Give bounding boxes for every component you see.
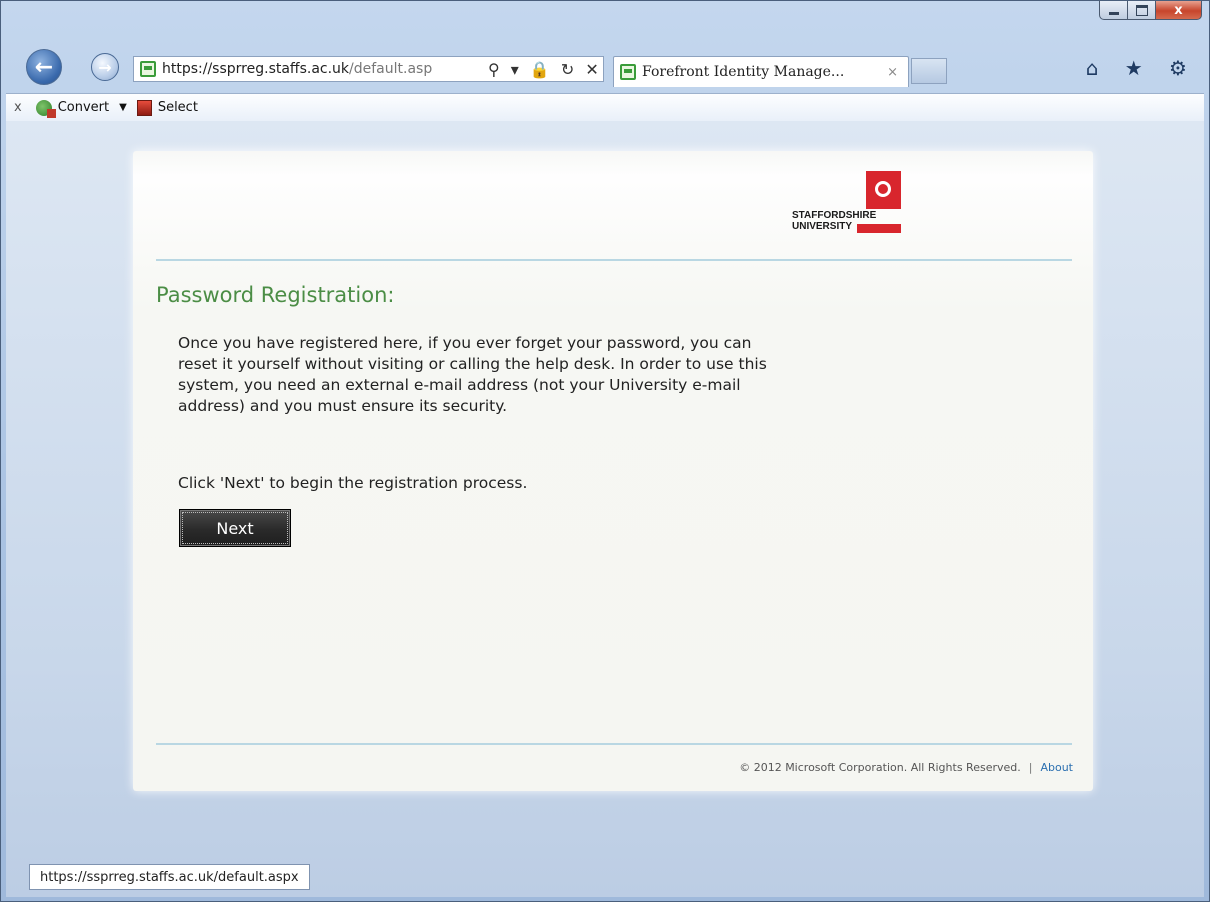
window-controls: x	[1099, 1, 1202, 20]
close-toolbar-icon[interactable]: x	[14, 100, 22, 115]
address-url-host: https://ssprreg.staffs.ac.uk	[162, 61, 350, 77]
intro-text: Once you have registered here, if you ev…	[178, 334, 767, 415]
instruction-text: Click 'Next' to begin the registration p…	[178, 474, 528, 492]
footer: © 2012 Microsoft Corporation. All Rights…	[739, 761, 1073, 774]
maximize-button[interactable]	[1128, 1, 1156, 20]
select-icon[interactable]	[136, 99, 152, 116]
close-icon: x	[1174, 2, 1183, 18]
close-window-button[interactable]: x	[1156, 1, 1202, 20]
arrow-right-icon: →	[98, 57, 112, 77]
footer-separator: |	[1028, 761, 1033, 774]
maximize-icon	[1135, 4, 1148, 16]
arrow-left-icon: ←	[34, 54, 54, 80]
chevron-down-icon[interactable]: ▼	[119, 102, 127, 113]
convert-button[interactable]: Convert	[58, 100, 109, 115]
address-bar[interactable]: https://ssprreg.staffs.ac.uk/default.asp…	[133, 56, 604, 82]
address-url-path: /default.asp	[349, 61, 433, 77]
stafford-knot-icon	[875, 181, 891, 197]
about-link[interactable]: About	[1040, 761, 1073, 774]
next-button[interactable]: Next	[179, 509, 291, 547]
title-bar: x ← → https://ssprreg.staffs.ac.uk/defau…	[1, 1, 1209, 93]
footer-divider	[156, 743, 1072, 745]
home-favorites-tools-icons[interactable]: ⌂ ★ ⚙	[1086, 56, 1197, 80]
header-divider	[156, 259, 1072, 261]
status-bar-url: https://ssprreg.staffs.ac.uk/default.asp…	[29, 864, 310, 890]
convert-icon[interactable]	[35, 99, 56, 118]
command-bar: x Convert ▼ Select	[6, 93, 1204, 122]
tab-close-icon[interactable]: ×	[887, 65, 898, 80]
tab-title: Forefront Identity Manage...	[642, 64, 845, 80]
address-bar-icons[interactable]: ⚲ ▾ 🔒 ↻ ✕	[488, 60, 602, 79]
registration-card: STAFFORDSHIRE UNIVERSITY Password Regist…	[133, 151, 1093, 791]
staffordshire-university-logo: STAFFORDSHIRE UNIVERSITY	[792, 171, 904, 241]
select-button[interactable]: Select	[158, 100, 198, 115]
back-button[interactable]: ←	[26, 49, 62, 85]
copyright-text: © 2012 Microsoft Corporation. All Rights…	[739, 761, 1021, 774]
minimize-icon	[1108, 11, 1119, 15]
minimize-button[interactable]	[1099, 1, 1128, 20]
site-favicon-icon	[140, 61, 156, 77]
address-url[interactable]: https://ssprreg.staffs.ac.uk/default.asp	[162, 61, 482, 77]
page-title: Password Registration:	[156, 283, 395, 307]
new-tab-button[interactable]	[911, 58, 947, 84]
logo-red-bar	[857, 224, 901, 233]
page-viewport: STAFFORDSHIRE UNIVERSITY Password Regist…	[6, 121, 1204, 897]
tab-forefront-identity[interactable]: Forefront Identity Manage... ×	[613, 56, 909, 87]
tab-favicon-icon	[620, 64, 636, 80]
forward-button[interactable]: →	[91, 53, 119, 81]
browser-window: x ← → https://ssprreg.staffs.ac.uk/defau…	[0, 0, 1210, 902]
